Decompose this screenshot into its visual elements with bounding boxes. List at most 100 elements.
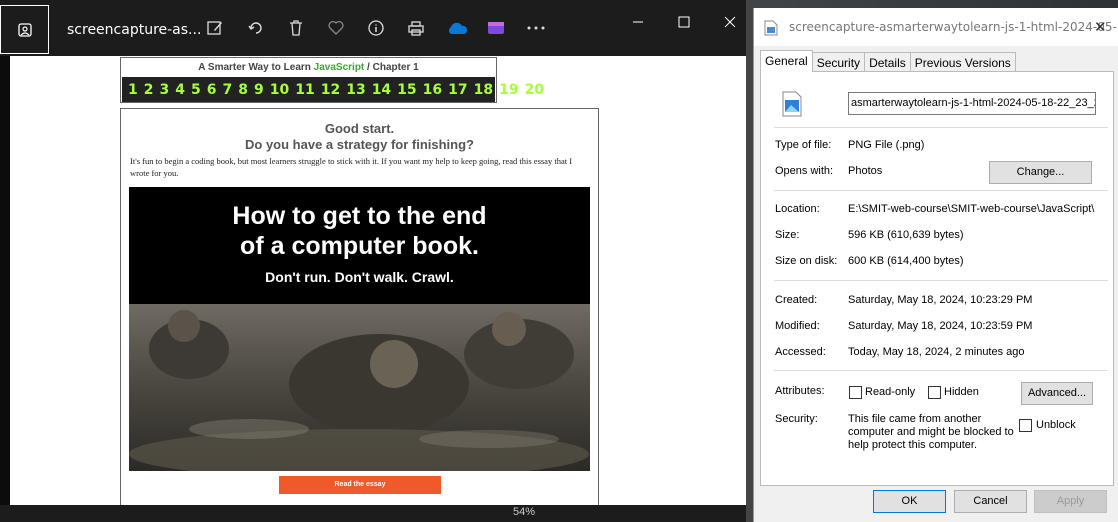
chapter-link[interactable]: 19 bbox=[499, 82, 518, 98]
chapter-link[interactable]: 4 bbox=[175, 82, 185, 98]
chapter-link[interactable]: 9 bbox=[254, 82, 264, 98]
chapter-link[interactable]: 15 bbox=[397, 82, 416, 98]
location-label: Location: bbox=[775, 203, 820, 215]
hero-banner: How to get to the end of a computer book… bbox=[129, 187, 590, 471]
readonly-label: Read-only bbox=[865, 386, 916, 398]
divider bbox=[774, 280, 1108, 281]
hidden-label: Hidden bbox=[944, 386, 979, 398]
opens-with-label: Opens with: bbox=[775, 165, 834, 177]
mud-crawl-photo bbox=[129, 304, 590, 471]
favorite-icon[interactable] bbox=[326, 18, 346, 38]
chapter-link[interactable]: 10 bbox=[270, 82, 289, 98]
delete-icon[interactable] bbox=[286, 18, 306, 38]
modified-value: Saturday, May 18, 2024, 10:23:59 PM bbox=[848, 320, 1033, 332]
image-canvas[interactable]: A Smarter Way to Learn JavaScript / Chap… bbox=[10, 56, 746, 505]
file-icon bbox=[764, 20, 778, 36]
unblock-checkbox[interactable] bbox=[1019, 419, 1032, 432]
security-label: Security: bbox=[775, 413, 818, 425]
created-value: Saturday, May 18, 2024, 10:23:29 PM bbox=[848, 294, 1033, 306]
properties-dialog: screencapture-asmarterwaytolearn-js-1-ht… bbox=[753, 8, 1118, 522]
read-essay-button[interactable]: Read the essay bbox=[279, 476, 441, 494]
type-label: Type of file: bbox=[775, 139, 832, 151]
tab-previous-versions[interactable]: Previous Versions bbox=[909, 52, 1016, 72]
photos-statusbar: 54% bbox=[0, 505, 746, 522]
size-label: Size: bbox=[775, 229, 800, 241]
chapter-link[interactable]: 8 bbox=[238, 82, 248, 98]
hidden-checkbox[interactable] bbox=[928, 386, 941, 399]
more-icon[interactable] bbox=[526, 18, 546, 38]
dialog-titlebar: screencapture-asmarterwaytolearn-js-1-ht… bbox=[754, 8, 1118, 46]
dialog-footer: OK Cancel Apply bbox=[754, 486, 1118, 522]
photos-window: screencapture-as... A Smarter Way to Lea… bbox=[0, 0, 746, 522]
chapter-link[interactable]: 20 bbox=[525, 82, 544, 98]
photos-file-title: screencapture-as... bbox=[67, 22, 202, 38]
readonly-checkbox[interactable] bbox=[849, 386, 862, 399]
accessed-label: Accessed: bbox=[775, 346, 826, 358]
created-label: Created: bbox=[775, 294, 818, 306]
card-subheading: Do you have a strategy for finishing? bbox=[245, 137, 474, 152]
chapter-link[interactable]: 17 bbox=[448, 82, 467, 98]
photos-titlebar: screencapture-as... bbox=[0, 0, 746, 56]
png-file-icon bbox=[782, 91, 802, 117]
card-heading: Good start. bbox=[324, 121, 395, 136]
minimize-icon[interactable] bbox=[628, 12, 648, 32]
chapter-link[interactable]: 12 bbox=[321, 82, 340, 98]
maximize-icon[interactable] bbox=[674, 12, 694, 32]
security-text-2: computer and might be blocked to bbox=[848, 426, 1014, 438]
size-value: 596 KB (610,639 bytes) bbox=[848, 229, 964, 241]
info-icon[interactable] bbox=[366, 18, 386, 38]
book-title-prefix: A Smarter Way to Learn bbox=[198, 62, 311, 73]
opens-with-value: Photos bbox=[848, 165, 883, 177]
security-text-3: help protect this computer. bbox=[848, 439, 978, 451]
chapter-link[interactable]: 5 bbox=[191, 82, 201, 98]
onedrive-icon[interactable] bbox=[446, 18, 468, 38]
rotate-icon[interactable] bbox=[246, 18, 266, 38]
chapter-link[interactable]: 14 bbox=[372, 82, 391, 98]
apply-button[interactable]: Apply bbox=[1034, 490, 1107, 513]
modified-label: Modified: bbox=[775, 320, 820, 332]
tab-general[interactable]: General bbox=[760, 50, 813, 72]
chapter-link[interactable]: 3 bbox=[160, 82, 170, 98]
hero-line-1: How to get to the end bbox=[232, 202, 487, 230]
strategy-card: Good start. Do you have a strategy for f… bbox=[120, 108, 599, 505]
tab-security[interactable]: Security bbox=[811, 52, 866, 72]
close-icon[interactable] bbox=[720, 12, 740, 32]
divider bbox=[774, 127, 1108, 128]
chapter-link[interactable]: 6 bbox=[207, 82, 217, 98]
chapter-link[interactable]: 18 bbox=[474, 82, 493, 98]
tab-details[interactable]: Details bbox=[864, 52, 911, 72]
chapter-link[interactable]: 1 bbox=[128, 82, 138, 98]
divider bbox=[774, 190, 1108, 191]
advanced-button[interactable]: Advanced... bbox=[1021, 382, 1093, 405]
chapter-link[interactable]: 16 bbox=[423, 82, 442, 98]
chapter-link[interactable]: 13 bbox=[346, 82, 365, 98]
photos-app-icon[interactable] bbox=[0, 5, 49, 54]
type-value: PNG File (.png) bbox=[848, 139, 925, 151]
dialog-title: screencapture-asmarterwaytolearn-js-1-ht… bbox=[789, 20, 1118, 34]
hero-line-3: Don't run. Don't walk. Crawl. bbox=[265, 269, 454, 285]
divider bbox=[774, 370, 1108, 371]
zoom-level: 54% bbox=[513, 506, 536, 518]
chapter-link[interactable]: 7 bbox=[223, 82, 233, 98]
dialog-tabs: General Security Details Previous Versio… bbox=[760, 50, 1016, 72]
size-on-disk-label: Size on disk: bbox=[775, 255, 838, 267]
security-text-1: This file came from another bbox=[848, 413, 982, 425]
book-title-separator: / bbox=[367, 62, 370, 73]
hero-line-2: of a computer book. bbox=[240, 232, 479, 260]
edit-icon[interactable] bbox=[205, 18, 225, 38]
unblock-label: Unblock bbox=[1036, 419, 1076, 431]
filename-field[interactable]: asmarterwaytolearn-js-1-html-2024-05-18-… bbox=[848, 92, 1096, 115]
cancel-button[interactable]: Cancel bbox=[954, 490, 1027, 513]
clipchamp-icon[interactable] bbox=[486, 18, 506, 38]
book-title-chapter: Chapter 1 bbox=[372, 62, 419, 73]
close-icon[interactable]: ✕ bbox=[1094, 18, 1107, 36]
general-panel: asmarterwaytolearn-js-1-html-2024-05-18-… bbox=[760, 71, 1114, 486]
change-button[interactable]: Change... bbox=[989, 161, 1092, 184]
ok-button[interactable]: OK bbox=[873, 490, 946, 513]
book-title-js: JavaScript bbox=[313, 62, 365, 73]
chapter-link[interactable]: 11 bbox=[295, 82, 314, 98]
book-header: A Smarter Way to Learn JavaScript / Chap… bbox=[120, 57, 544, 103]
chapter-link[interactable]: 2 bbox=[144, 82, 154, 98]
print-icon[interactable] bbox=[406, 18, 426, 38]
attributes-label: Attributes: bbox=[775, 385, 825, 397]
